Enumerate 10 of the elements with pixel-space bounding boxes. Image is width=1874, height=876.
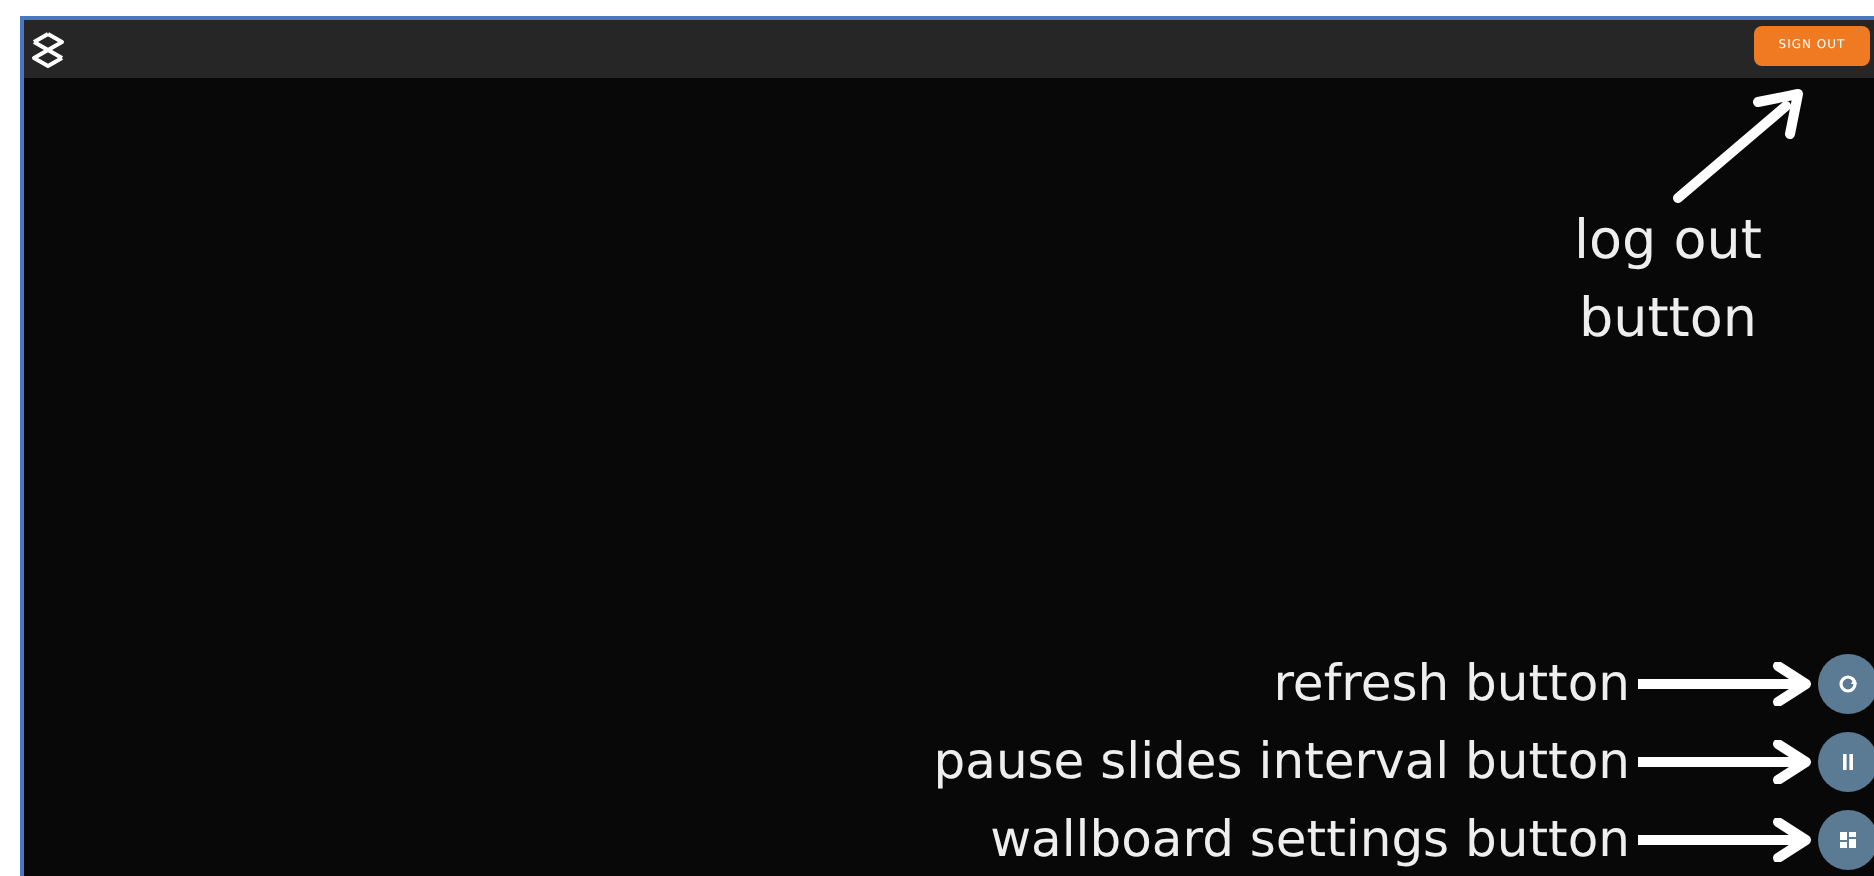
settings-button[interactable] bbox=[1818, 809, 1874, 869]
pause-button[interactable] bbox=[1818, 731, 1874, 791]
refresh-button[interactable] bbox=[1818, 653, 1874, 713]
annotation-label: log out button bbox=[1572, 208, 1764, 354]
refresh-icon bbox=[1836, 671, 1860, 695]
annotation-label: refresh button bbox=[1273, 652, 1630, 716]
logo-icon bbox=[28, 29, 68, 69]
annotation-label: pause slides interval button bbox=[933, 730, 1630, 794]
grid-icon bbox=[1836, 827, 1860, 851]
annotation-label: wallboard settings button bbox=[990, 808, 1630, 872]
